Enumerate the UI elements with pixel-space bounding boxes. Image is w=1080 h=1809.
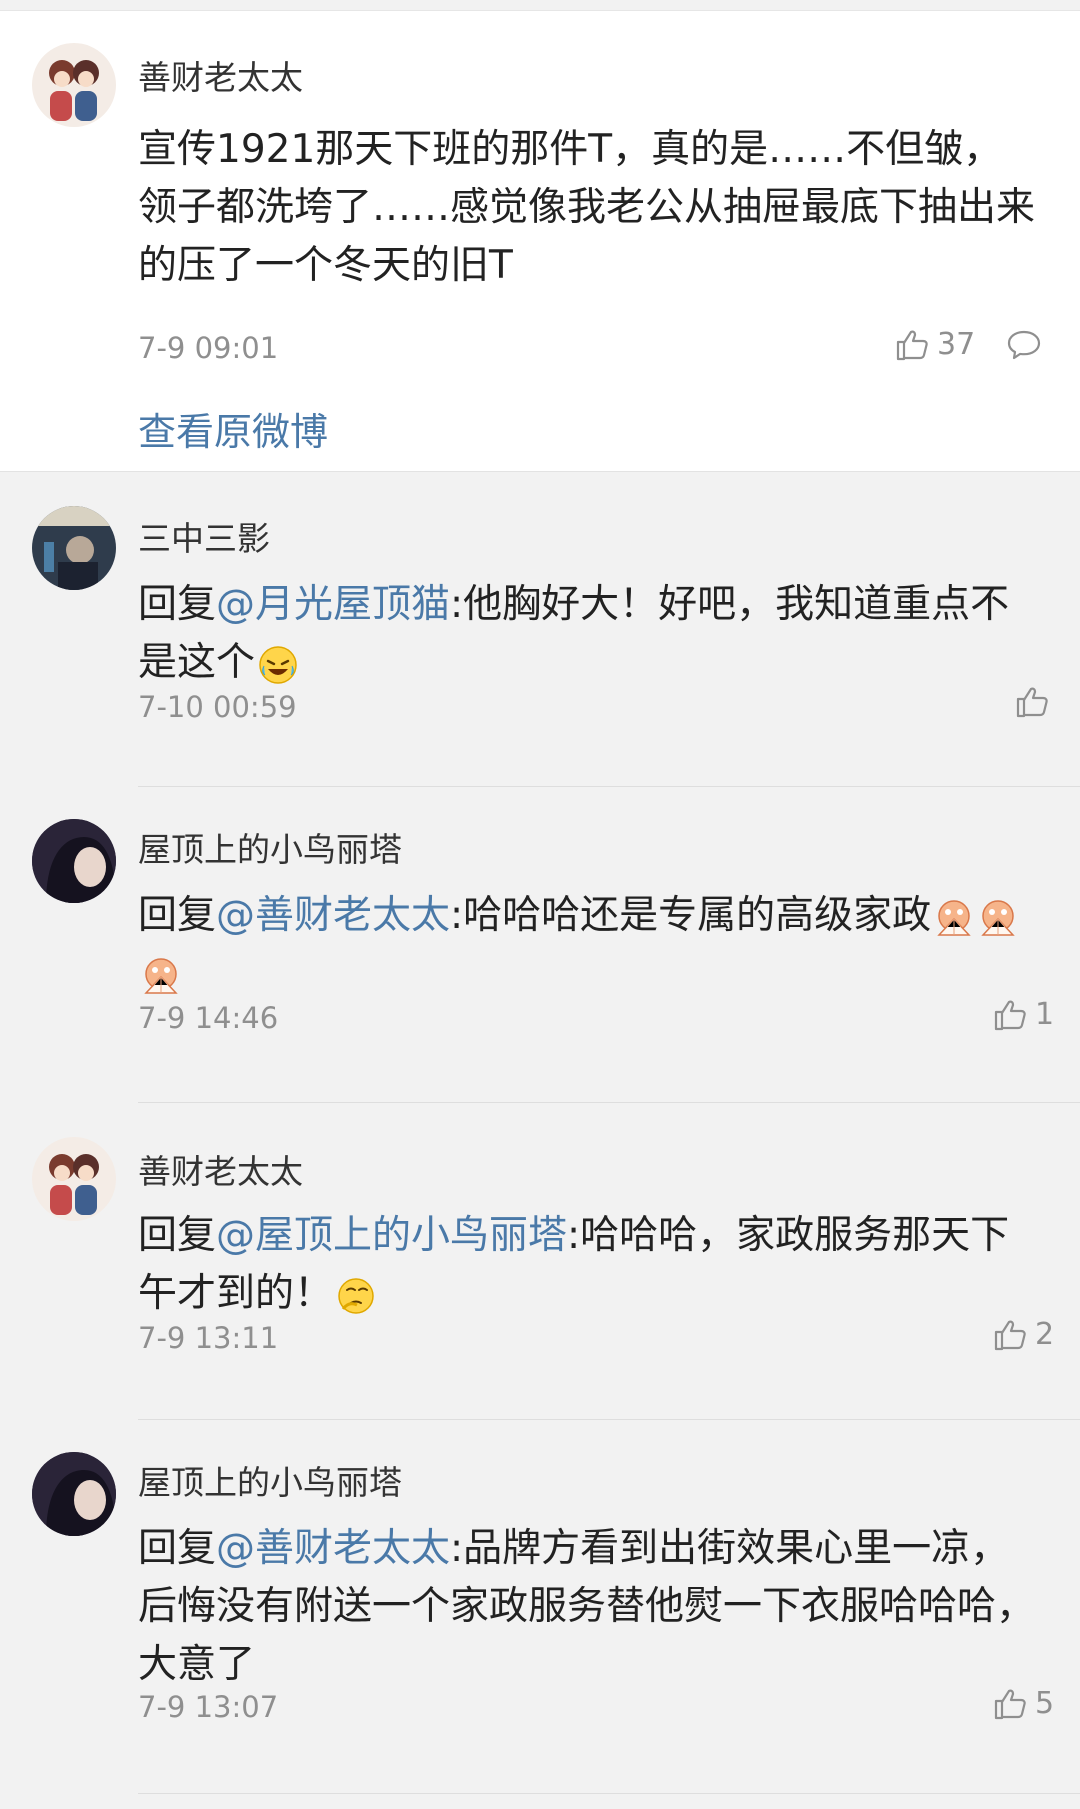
original-post-card: 善财老太太 宣传1921那天下班的那件T，真的是……不但皱，领子都洗垮了……感觉… <box>0 11 1080 472</box>
comment-item: 三中三影 回复@月光屋顶猫:他胸好大！好吧，我知道重点不是这个 7-10 00:… <box>0 472 1080 787</box>
thumbs-up-icon <box>994 1689 1026 1719</box>
thumbs-up-icon <box>994 1000 1026 1030</box>
avatar[interactable] <box>32 1452 116 1536</box>
top-separator <box>0 0 1080 11</box>
avatar[interactable] <box>32 43 116 127</box>
like-count: 5 <box>1035 1686 1055 1721</box>
reply-prefix: 回复 <box>138 582 217 627</box>
mention-link[interactable]: @善财老太太 <box>216 1526 450 1571</box>
thumbs-up-icon <box>1016 687 1048 718</box>
reply-prefix: 回复 <box>138 893 217 938</box>
comment-username[interactable]: 屋顶上的小鸟丽塔 <box>138 1456 402 1504</box>
comment-timestamp: 7-10 00:59 <box>138 690 297 724</box>
like-count: 37 <box>937 327 976 362</box>
comment-content: 回复@屋顶上的小鸟丽塔:哈哈哈，家政服务那天下午才到的！ <box>138 1207 1038 1323</box>
comment-content: 回复@善财老太太:哈哈哈还是专属的高级家政 <box>138 887 1038 1003</box>
like-button[interactable] <box>1015 686 1049 718</box>
divider <box>138 1793 1080 1794</box>
thumbs-up-icon <box>994 1320 1026 1350</box>
mention-link[interactable]: @善财老太太 <box>216 893 450 938</box>
comment-bubble-icon <box>1007 330 1041 360</box>
like-button[interactable]: 5 <box>993 1686 1054 1721</box>
comment-content: 回复@月光屋顶猫:他胸好大！好吧，我知道重点不是这个 <box>138 576 1038 692</box>
post-timestamp: 7-9 09:01 <box>138 331 279 365</box>
reply-prefix: 回复 <box>138 1213 217 1258</box>
post-content: 宣传1921那天下班的那件T，真的是……不但皱，领子都洗垮了……感觉像我老公从抽… <box>138 127 1036 288</box>
avatar[interactable] <box>32 506 116 590</box>
comment-timestamp: 7-9 14:46 <box>138 1001 279 1035</box>
fan-cover-face-emoji <box>937 899 971 936</box>
like-button[interactable]: 1 <box>993 997 1054 1032</box>
fan-cover-face-emoji <box>144 957 178 994</box>
comment-username[interactable]: 善财老太太 <box>138 1145 303 1193</box>
post-username[interactable]: 善财老太太 <box>138 51 303 99</box>
thinking-emoji <box>338 1277 374 1314</box>
like-count: 2 <box>1035 1317 1055 1352</box>
comment-item: 善财老太太 回复@屋顶上的小鸟丽塔:哈哈哈，家政服务那天下午才到的！ 7-9 1… <box>0 1103 1080 1420</box>
comment-item: 屋顶上的小鸟丽塔 回复@善财老太太:品牌方看到出街效果心里一凉，后悔没有附送一个… <box>0 1420 1080 1794</box>
thumbs-up-icon <box>896 330 928 360</box>
laugh-cry-emoji <box>259 645 297 684</box>
comment-timestamp: 7-9 13:11 <box>138 1321 279 1355</box>
like-button[interactable]: 37 <box>895 327 975 362</box>
fan-cover-face-emoji <box>981 899 1015 936</box>
view-original-weibo-link[interactable]: 查看原微博 <box>138 401 328 456</box>
avatar[interactable] <box>32 819 116 903</box>
mention-link[interactable]: @月光屋顶猫 <box>216 582 450 627</box>
mention-link[interactable]: @屋顶上的小鸟丽塔 <box>216 1213 567 1258</box>
like-count: 1 <box>1035 997 1055 1032</box>
avatar[interactable] <box>32 1137 116 1221</box>
comment-username[interactable]: 屋顶上的小鸟丽塔 <box>138 823 402 871</box>
comment-button[interactable] <box>1006 329 1042 365</box>
comment-username[interactable]: 三中三影 <box>138 512 270 560</box>
comment-text: :哈哈哈还是专属的高级家政 <box>450 893 932 938</box>
comment-timestamp: 7-9 13:07 <box>138 1690 279 1724</box>
comment-item: 屋顶上的小鸟丽塔 回复@善财老太太:哈哈哈还是专属的高级家政 7-9 14:46… <box>0 787 1080 1103</box>
reply-prefix: 回复 <box>138 1526 217 1571</box>
like-button[interactable]: 2 <box>993 1317 1054 1352</box>
comment-content: 回复@善财老太太:品牌方看到出街效果心里一凉，后悔没有附送一个家政服务替他熨一下… <box>138 1520 1038 1694</box>
